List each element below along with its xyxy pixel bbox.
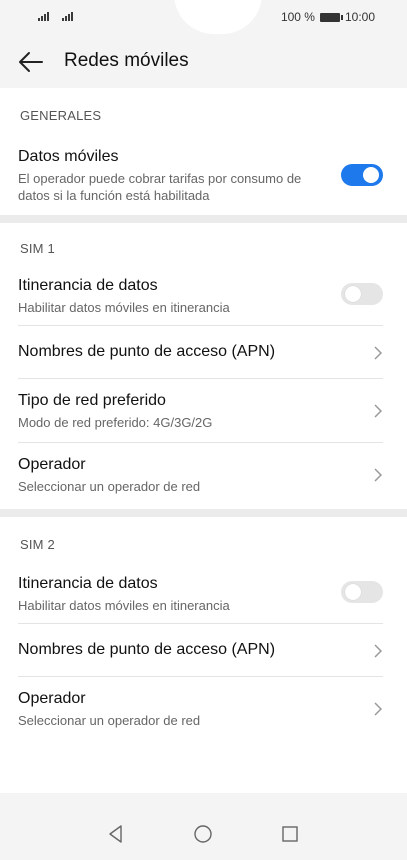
chevron-right-icon <box>374 644 383 658</box>
sim1-apn-item[interactable]: Nombres de punto de acceso (APN) <box>18 326 383 379</box>
sim2-operator-item[interactable]: Operador Seleccionar un operador de red <box>18 677 383 741</box>
section-divider <box>0 215 407 223</box>
back-triangle-icon[interactable] <box>106 824 126 844</box>
section-divider <box>0 509 407 517</box>
sim1-roaming-item[interactable]: Itinerancia de datos Habilitar datos móv… <box>18 267 383 326</box>
sim2-roaming-subtitle: Habilitar datos móviles en itinerancia <box>18 598 230 613</box>
sim2-apn-item[interactable]: Nombres de punto de acceso (APN) <box>18 624 383 677</box>
status-time: 10:00 <box>344 10 375 24</box>
section-header-general: GENERALES <box>20 108 102 123</box>
sim1-roaming-title: Itinerancia de datos <box>18 277 158 294</box>
sim1-network-type-item[interactable]: Tipo de red preferido Modo de red prefer… <box>18 379 383 443</box>
battery-percent: 100 % <box>280 10 315 24</box>
section-header-sim1: SIM 1 <box>20 241 55 256</box>
sim2-roaming-item[interactable]: Itinerancia de datos Habilitar datos móv… <box>18 565 383 624</box>
sim2-operator-subtitle: Seleccionar un operador de red <box>18 713 201 728</box>
sim2-roaming-title: Itinerancia de datos <box>18 575 158 592</box>
sim1-roaming-subtitle: Habilitar datos móviles en itinerancia <box>18 300 230 315</box>
sim1-network-type-subtitle: Modo de red preferido: 4G/3G/2G <box>18 415 213 430</box>
chevron-right-icon <box>374 346 383 360</box>
section-sim2: SIM 2 Itinerancia de datos Habilitar dat… <box>0 517 407 793</box>
sim1-operator-item[interactable]: Operador Seleccionar un operador de red <box>18 443 383 509</box>
toggle-knob <box>345 286 361 302</box>
toggle-knob <box>345 584 361 600</box>
section-sim1: SIM 1 Itinerancia de datos Habilitar dat… <box>0 223 407 509</box>
status-bar: 100 % 10:00 <box>0 0 407 36</box>
mobile-data-toggle[interactable] <box>341 164 383 186</box>
app-header: Redes móviles <box>0 36 407 88</box>
sim2-operator-title: Operador <box>18 690 86 707</box>
sim1-roaming-toggle[interactable] <box>341 283 383 305</box>
recents-square-icon[interactable] <box>280 824 300 844</box>
chevron-right-icon <box>374 404 383 418</box>
chevron-right-icon <box>374 468 383 482</box>
sim2-roaming-toggle[interactable] <box>341 581 383 603</box>
sim1-operator-subtitle: Seleccionar un operador de red <box>18 479 201 494</box>
status-right: 100 % 10:00 <box>281 10 375 24</box>
battery-icon <box>319 12 343 22</box>
camera-notch <box>174 0 262 34</box>
signal-sim1-icon <box>38 11 49 21</box>
arrow-left-icon[interactable] <box>18 50 44 74</box>
home-circle-icon[interactable] <box>193 824 213 844</box>
settings-list: GENERALES Datos móviles El operador pued… <box>0 88 407 793</box>
section-header-sim2: SIM 2 <box>20 537 55 552</box>
mobile-data-subtitle: El operador puede cobrar tarifas por con… <box>18 171 302 203</box>
sim2-apn-title: Nombres de punto de acceso (APN) <box>18 641 276 658</box>
section-general: GENERALES Datos móviles El operador pued… <box>0 88 407 215</box>
system-navbar <box>0 808 407 860</box>
mobile-data-title: Datos móviles <box>18 148 119 165</box>
page-title: Redes móviles <box>64 50 189 71</box>
sim1-operator-title: Operador <box>18 456 86 473</box>
chevron-right-icon <box>374 702 383 716</box>
signal-sim2-icon <box>62 11 73 21</box>
sim1-apn-title: Nombres de punto de acceso (APN) <box>18 343 276 360</box>
sim1-network-type-title: Tipo de red preferido <box>18 392 166 409</box>
toggle-knob <box>363 167 379 183</box>
mobile-data-item[interactable]: Datos móviles El operador puede cobrar t… <box>18 138 383 215</box>
